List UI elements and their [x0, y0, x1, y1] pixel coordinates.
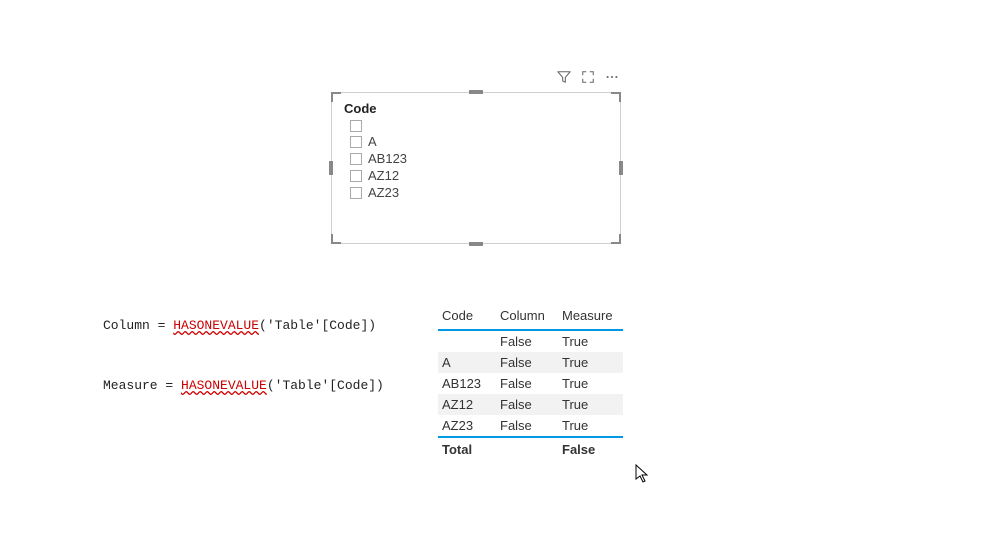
selection-handle[interactable]	[469, 90, 483, 94]
cell-code	[438, 330, 496, 352]
cell-column: False	[496, 394, 558, 415]
table-total-row: Total False	[438, 437, 623, 460]
cell-code: AZ12	[438, 394, 496, 415]
formula-lhs: Column =	[103, 318, 173, 333]
checkbox-icon[interactable]	[350, 136, 362, 148]
slicer-item[interactable]: AZ12	[350, 168, 608, 183]
focus-mode-icon[interactable]	[581, 70, 595, 87]
selection-handle[interactable]	[619, 161, 623, 175]
formula-arg: ('Table'[Code])	[267, 378, 384, 393]
table-header-row: Code Column Measure	[438, 304, 623, 330]
formula-function: HASONEVALUE	[181, 378, 267, 393]
slicer-item-label: A	[368, 134, 377, 149]
slicer-list: A AB123 AZ12 AZ23	[350, 120, 608, 200]
selection-handle[interactable]	[331, 234, 341, 244]
selection-handle[interactable]	[329, 161, 333, 175]
slicer-item-label: AZ23	[368, 185, 399, 200]
slicer-item[interactable]: A	[350, 134, 608, 149]
slicer-visual[interactable]: Code A AB123 AZ12 AZ23	[331, 92, 621, 244]
slicer-item[interactable]: AZ23	[350, 185, 608, 200]
checkbox-icon[interactable]	[350, 153, 362, 165]
checkbox-icon[interactable]	[350, 187, 362, 199]
cell-measure: True	[558, 352, 623, 373]
slicer-toolbar	[557, 70, 619, 87]
table-row: False True	[438, 330, 623, 352]
total-measure: False	[558, 437, 623, 460]
header-code[interactable]: Code	[438, 304, 496, 330]
dax-formula-measure: Measure = HASONEVALUE('Table'[Code])	[103, 378, 384, 393]
cell-measure: True	[558, 373, 623, 394]
cursor-icon	[635, 464, 651, 487]
cell-measure: True	[558, 415, 623, 437]
selection-handle[interactable]	[331, 92, 341, 102]
cell-code: A	[438, 352, 496, 373]
slicer-item[interactable]: AB123	[350, 151, 608, 166]
dax-formula-column: Column = HASONEVALUE('Table'[Code])	[103, 318, 376, 333]
formula-arg: ('Table'[Code])	[259, 318, 376, 333]
table-row: AZ12 False True	[438, 394, 623, 415]
cell-code: AZ23	[438, 415, 496, 437]
selection-handle[interactable]	[469, 242, 483, 246]
total-label: Total	[438, 437, 496, 460]
slicer-item[interactable]	[350, 120, 608, 132]
slicer-item-label: AB123	[368, 151, 407, 166]
checkbox-icon[interactable]	[350, 120, 362, 132]
cell-column: False	[496, 330, 558, 352]
header-measure[interactable]: Measure	[558, 304, 623, 330]
checkbox-icon[interactable]	[350, 170, 362, 182]
selection-handle[interactable]	[611, 234, 621, 244]
header-column[interactable]: Column	[496, 304, 558, 330]
cell-code: AB123	[438, 373, 496, 394]
formula-function: HASONEVALUE	[173, 318, 259, 333]
selection-handle[interactable]	[611, 92, 621, 102]
slicer-title: Code	[344, 101, 608, 116]
result-table: Code Column Measure False True A False T…	[438, 304, 623, 460]
more-options-icon[interactable]	[605, 70, 619, 87]
cell-column: False	[496, 415, 558, 437]
cell-measure: True	[558, 394, 623, 415]
total-column	[496, 437, 558, 460]
filter-icon[interactable]	[557, 70, 571, 87]
cell-column: False	[496, 352, 558, 373]
slicer-body[interactable]: Code A AB123 AZ12 AZ23	[331, 92, 621, 244]
result-table-visual[interactable]: Code Column Measure False True A False T…	[438, 304, 623, 460]
table-row: A False True	[438, 352, 623, 373]
cell-measure: True	[558, 330, 623, 352]
table-row: AZ23 False True	[438, 415, 623, 437]
table-row: AB123 False True	[438, 373, 623, 394]
formula-lhs: Measure =	[103, 378, 181, 393]
slicer-item-label: AZ12	[368, 168, 399, 183]
cell-column: False	[496, 373, 558, 394]
